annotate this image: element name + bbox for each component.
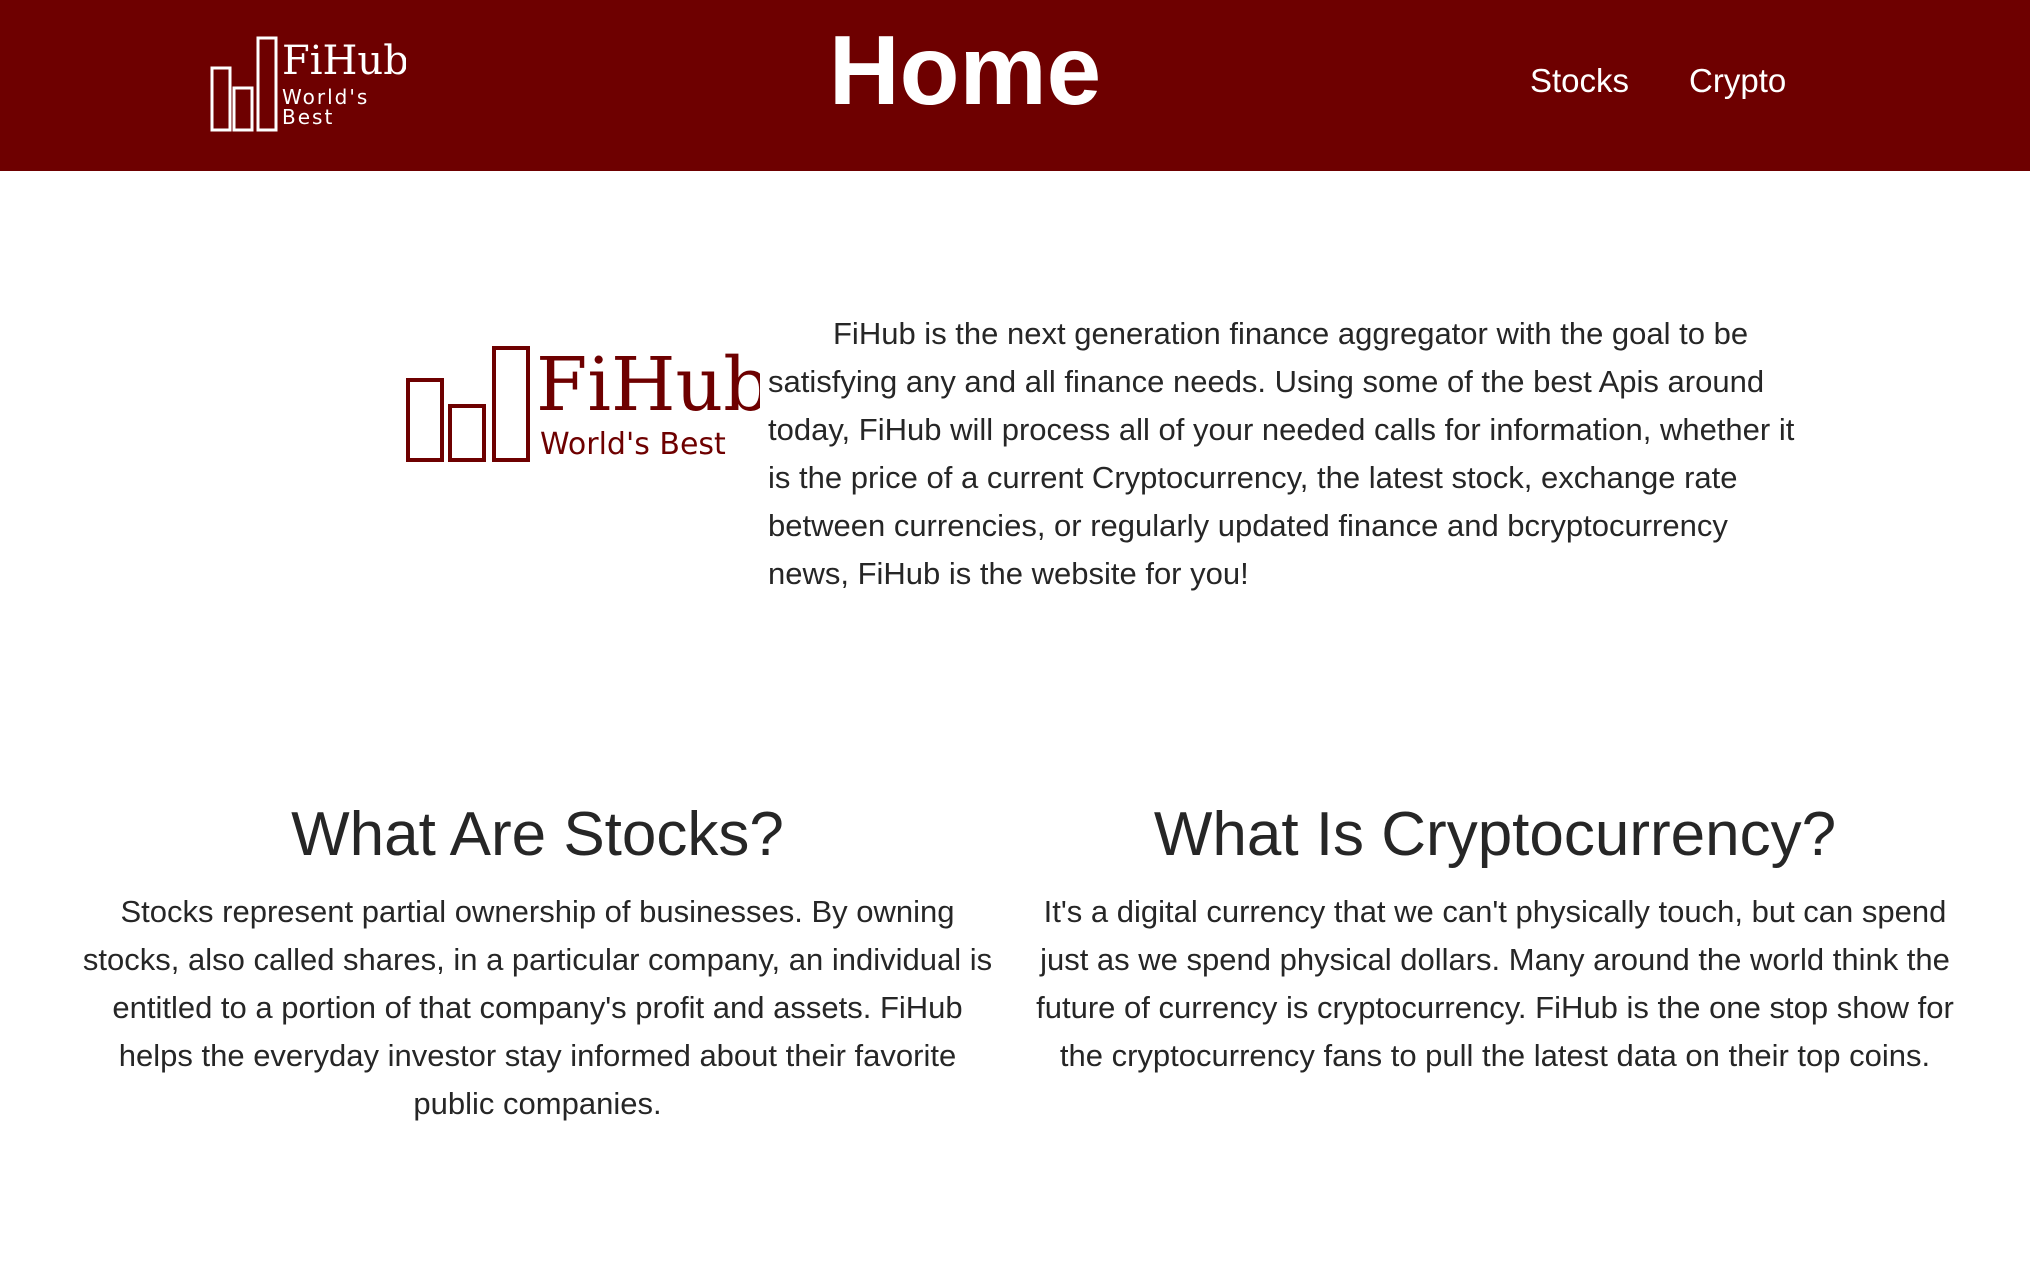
header-bar: FiHub World's Best Home Stocks Crypto <box>0 0 2030 171</box>
main-nav: Stocks Crypto <box>1530 62 1786 100</box>
crypto-description: It's a digital currency that we can't ph… <box>1036 894 1954 1073</box>
stocks-section: What Are Stocks? Stocks represent partia… <box>75 790 1000 1128</box>
intro-paragraph: FiHub is the next generation finance agg… <box>768 316 1795 591</box>
nav-link-crypto[interactable]: Crypto <box>1689 62 1786 100</box>
nav-link-stocks[interactable]: Stocks <box>1530 62 1629 100</box>
intro-logo-tagline: World's Best <box>540 427 726 462</box>
crypto-section: What Is Cryptocurrency? It's a digital c… <box>1035 790 1955 1080</box>
intro-logo-name: FiHub <box>536 342 760 428</box>
crypto-heading: What Is Cryptocurrency? <box>1153 800 1837 869</box>
stocks-description: Stocks represent partial ownership of bu… <box>82 894 993 1121</box>
fihub-intro-logo: FiHub World's Best <box>406 342 760 462</box>
stocks-heading: What Are Stocks? <box>291 800 784 869</box>
